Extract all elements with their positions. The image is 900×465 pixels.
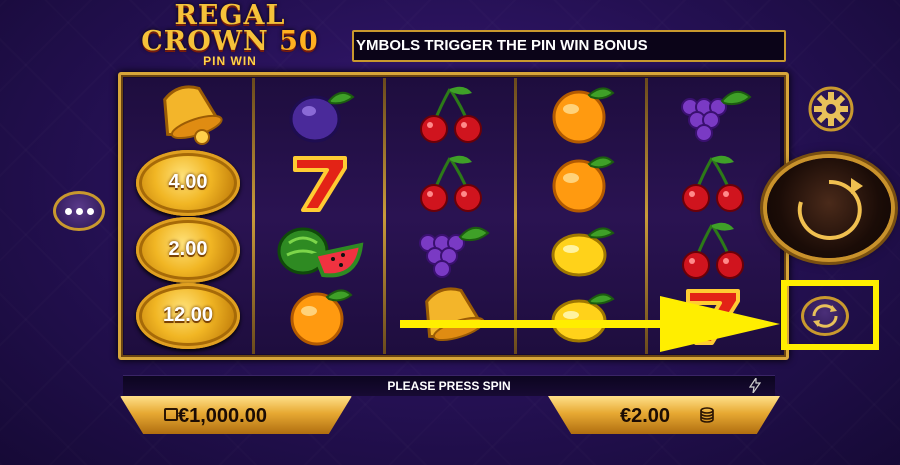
status-bar: PLEASE PRESS SPIN <box>123 375 775 396</box>
symbol-cell <box>517 149 645 216</box>
plum-icon <box>289 91 355 142</box>
cherries-icon <box>420 155 482 212</box>
grapes-icon <box>681 90 752 142</box>
bet-panel[interactable]: €2.00 <box>548 396 780 434</box>
highlight-arrow-head <box>660 296 780 352</box>
symbol-cell <box>386 282 514 349</box>
menu-button[interactable] <box>53 191 105 231</box>
more-dots-icon <box>86 207 94 215</box>
game-logo: REGAL CROWN 50 PIN WIN <box>112 0 348 67</box>
autoplay-icon <box>812 304 838 328</box>
orange-icon <box>552 156 615 212</box>
bell-icon <box>163 84 223 145</box>
logo-crown-word: CROWN <box>141 26 269 57</box>
coin-symbol: 4.00 <box>136 149 240 216</box>
balance-panel: €1,000.00 <box>120 396 352 434</box>
watermelon-icon <box>277 227 364 277</box>
logo-line-1: REGAL <box>174 0 286 31</box>
symbol-cell <box>255 149 383 216</box>
ticker-text: YMBOLS TRIGGER THE PIN WIN BONUS <box>356 37 648 54</box>
gear-icon[interactable] <box>808 86 854 132</box>
coin-symbol: 2.00 <box>136 216 240 283</box>
symbol-cell <box>386 80 514 147</box>
cherries-icon <box>682 155 744 212</box>
symbol-cell <box>124 80 252 147</box>
coin-symbol: 12.00 <box>136 282 240 349</box>
symbol-cell <box>386 216 514 283</box>
symbol-cell <box>255 282 383 349</box>
coin-value: 2.00 <box>168 238 208 260</box>
reel-2 <box>255 78 383 354</box>
symbol-cell <box>648 80 776 147</box>
spin-icon <box>797 178 863 240</box>
symbol-cell <box>648 149 776 216</box>
logo-number: 50 <box>279 26 319 57</box>
cherries-icon <box>682 222 744 279</box>
symbol-cell <box>255 216 383 283</box>
wallet-icon <box>164 408 178 421</box>
symbol-cell: 4.00 <box>124 149 252 216</box>
symbol-cell <box>648 216 776 283</box>
more-dots-icon <box>64 207 72 215</box>
cherries-icon <box>420 86 482 143</box>
autoplay-highlight-box <box>781 280 879 350</box>
reel-3 <box>386 78 514 354</box>
spin-button[interactable] <box>767 158 891 258</box>
symbol-cell <box>517 80 645 147</box>
symbol-cell <box>255 80 383 147</box>
symbol-cell <box>517 216 645 283</box>
symbol-cell <box>517 282 645 349</box>
status-text: PLEASE PRESS SPIN <box>387 379 511 393</box>
lemon-icon <box>551 227 615 276</box>
symbol-cell: 2.00 <box>124 216 252 283</box>
bet-value: €2.00 <box>620 405 671 427</box>
balance-value: €1,000.00 <box>178 405 267 427</box>
info-ticker: YMBOLS TRIGGER THE PIN WIN BONUS <box>352 30 786 62</box>
more-dots-icon <box>75 207 83 215</box>
autoplay-button[interactable] <box>801 296 849 336</box>
lemon-icon <box>551 293 615 342</box>
bell-icon <box>425 286 485 341</box>
highlight-arrow-shaft <box>400 320 690 328</box>
orange-icon <box>290 289 353 345</box>
coins-stack-icon <box>700 407 714 423</box>
seven-icon <box>293 155 347 212</box>
coin-value: 4.00 <box>168 171 208 193</box>
grapes-icon <box>419 226 490 278</box>
symbol-cell: 12.00 <box>124 282 252 349</box>
coin-value: 12.00 <box>162 304 214 326</box>
reel-4 <box>517 78 645 354</box>
symbol-cell <box>386 149 514 216</box>
lightning-icon[interactable] <box>749 378 761 393</box>
reel-1: 4.00 2.00 12.00 <box>124 78 252 354</box>
orange-icon <box>552 87 615 143</box>
logo-line-2: CROWN 50 <box>112 26 348 57</box>
